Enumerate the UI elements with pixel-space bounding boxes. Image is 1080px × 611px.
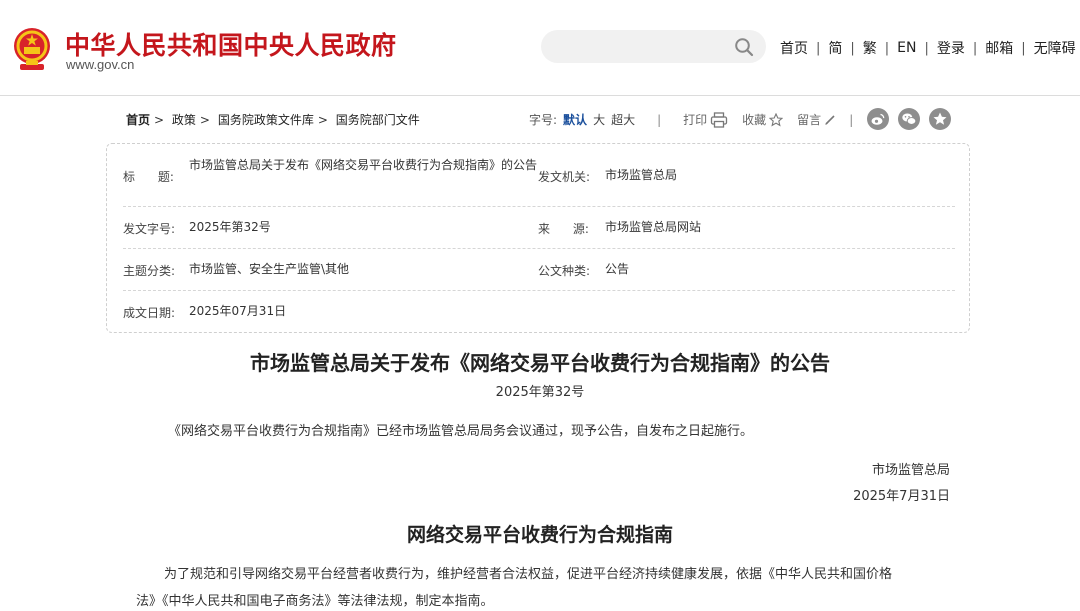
breadcrumb: 首页 > 政策 > 国务院政策文件库 > 国务院部门文件 <box>126 111 420 128</box>
issuer-label: 发文机关: <box>538 170 591 184</box>
topic-value: 市场监管、安全生产监管\其他 <box>189 262 350 276</box>
info-row: 成文日期: 2025年07月31日 <box>123 290 955 332</box>
wechat-icon <box>902 113 917 125</box>
star-outline-icon <box>769 112 784 127</box>
nav-separator: | <box>1021 40 1026 56</box>
breadcrumb-home[interactable]: 首页 <box>126 113 150 127</box>
guide-paragraph-line1: 为了规范和引导网络交易平台经营者收费行为，维护经营者合法权益，促进平台经济持续健… <box>164 567 893 582</box>
breadcrumb-department-docs[interactable]: 国务院部门文件 <box>336 113 420 127</box>
wechat-share-icon[interactable] <box>898 108 920 130</box>
info-row: 主题分类: 市场监管、安全生产监管\其他 公文种类: 公告 <box>123 248 955 291</box>
print-button[interactable]: 打印 <box>683 111 728 128</box>
search-icon[interactable] <box>734 37 754 57</box>
nav-separator: | <box>924 40 929 56</box>
nav-separator: | <box>850 40 855 56</box>
doc-type-label: 公文种类: <box>538 264 591 278</box>
nav-home[interactable]: 首页 <box>780 38 808 58</box>
signature-date: 2025年7月31日 <box>853 489 950 504</box>
article-tools: 字号: 默认 大 超大 | 打印 收藏 留言 | <box>529 111 853 128</box>
article-title: 市场监管总局关于发布《网络交易平台收费行为合规指南》的公告 <box>250 351 830 375</box>
site-url[interactable]: www.gov.cn <box>66 57 134 72</box>
comment-label: 留言 <box>797 113 822 127</box>
weibo-icon <box>871 113 885 125</box>
signature-org: 市场监管总局 <box>871 463 950 478</box>
breadcrumb-arrow: > <box>154 113 165 127</box>
pencil-icon <box>825 115 835 125</box>
national-emblem-icon[interactable] <box>12 26 52 72</box>
comment-button[interactable]: 留言 <box>797 111 837 128</box>
printer-icon <box>711 111 728 128</box>
favorite-button[interactable]: 收藏 <box>742 111 784 128</box>
article-intro: 《网络交易平台收费行为合规指南》已经市场监管总局局务会议通过，现予公告，自发布之… <box>168 424 754 439</box>
doc-number-label: 发文字号: <box>123 222 176 236</box>
title-value: 市场监管总局关于发布《网络交易平台收费行为合规指南》的公告 <box>189 158 538 172</box>
weibo-share-icon[interactable] <box>867 108 889 130</box>
nav-accessibility[interactable]: 无障碍 <box>1034 38 1076 58</box>
guide-title: 网络交易平台收费行为合规指南 <box>406 524 673 546</box>
date-label: 成文日期: <box>123 306 176 320</box>
favorite-label: 收藏 <box>742 113 767 127</box>
breadcrumb-arrow: > <box>199 113 210 127</box>
font-size-default[interactable]: 默认 <box>563 111 587 128</box>
info-row: 发文字号: 2025年第32号 来 源: 市场监管总局网站 <box>123 206 955 249</box>
nav-login[interactable]: 登录 <box>937 38 965 58</box>
nav-simplified[interactable]: 简 <box>828 38 842 58</box>
article-doc-number: 2025年第32号 <box>495 385 585 400</box>
nav-separator: | <box>816 40 821 56</box>
source-value: 市场监管总局网站 <box>605 220 702 234</box>
doc-number-value: 2025年第32号 <box>189 220 271 234</box>
nav-separator: | <box>884 40 890 56</box>
tools-divider: | <box>849 112 854 127</box>
info-row: 标 题: 市场监管总局关于发布《网络交易平台收费行为合规指南》的公告 发文机关:… <box>123 144 955 207</box>
breadcrumb-arrow: > <box>317 113 328 127</box>
guide-paragraph-line2: 法》《中华人民共和国电子商务法》等法律法规，制定本指南。 <box>136 594 494 609</box>
nav-separator: | <box>972 40 978 56</box>
nav-english[interactable]: EN <box>897 40 916 56</box>
tools-divider: | <box>657 112 662 127</box>
print-label: 打印 <box>683 113 708 127</box>
star-icon <box>933 112 947 125</box>
search-input[interactable] <box>541 30 766 63</box>
topic-label: 主题分类: <box>123 264 176 278</box>
document-info-table: 标 题: 市场监管总局关于发布《网络交易平台收费行为合规指南》的公告 发文机关:… <box>106 143 970 333</box>
font-size-large[interactable]: 大 <box>593 111 605 128</box>
site-header: 中华人民共和国中央人民政府 www.gov.cn 首页 | 简 | 繁 | EN | 登… <box>0 0 1080 96</box>
date-value: 2025年07月31日 <box>189 304 287 318</box>
favorite-share-icon[interactable] <box>929 108 951 130</box>
title-label: 标 题: <box>123 170 174 184</box>
breadcrumb-policy[interactable]: 政策 <box>172 113 196 127</box>
source-label: 来 源: <box>538 222 589 236</box>
top-nav: 首页 | 简 | 繁 | EN | 登录 | 邮箱 | 无障碍 <box>780 38 1076 58</box>
nav-traditional[interactable]: 繁 <box>863 38 877 58</box>
font-size-xlarge[interactable]: 超大 <box>611 111 635 128</box>
nav-mail[interactable]: 邮箱 <box>985 38 1013 58</box>
issuer-value: 市场监管总局 <box>605 168 678 182</box>
doc-type-value: 公告 <box>605 262 630 276</box>
breadcrumb-policy-library[interactable]: 国务院政策文件库 <box>218 113 314 127</box>
font-size-label: 字号: <box>529 113 558 127</box>
